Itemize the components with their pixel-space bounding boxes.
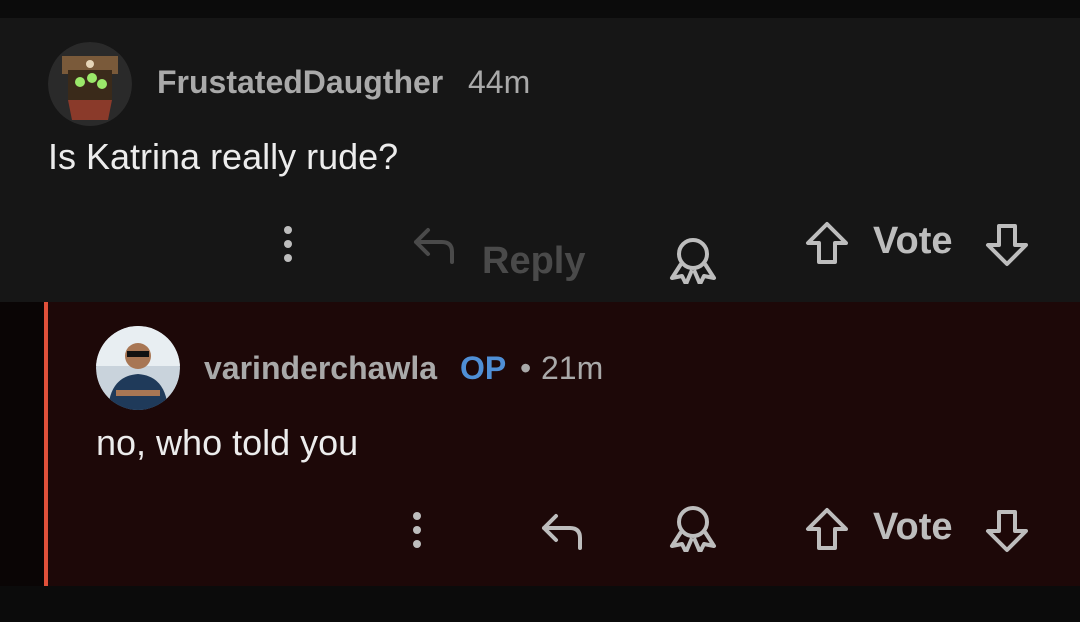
avatar[interactable] <box>48 42 132 126</box>
comment-body: Is Katrina really rude? <box>48 136 399 177</box>
more-vertical-icon[interactable] <box>405 508 429 552</box>
timestamp: 44m <box>468 64 531 100</box>
reply-arrow-icon[interactable] <box>538 508 586 552</box>
reply-button[interactable]: Reply <box>482 240 585 283</box>
award-icon[interactable] <box>668 236 718 284</box>
downvote-arrow-icon[interactable] <box>984 222 1030 268</box>
reply-arrow-icon[interactable] <box>410 222 458 266</box>
comment-body: no, who told you <box>96 422 359 463</box>
comment-varinderchawla: varinderchawla OP • 21m no, who told you… <box>0 302 1080 586</box>
upvote-arrow-icon[interactable] <box>804 220 850 266</box>
username[interactable]: FrustatedDaugther <box>157 64 443 101</box>
vote-count: Vote <box>873 220 953 262</box>
username[interactable]: varinderchawla <box>204 350 437 387</box>
op-badge: OP <box>460 350 507 386</box>
comment-frustateddaugther: FrustatedDaugther 44m Is Katrina really … <box>0 18 1080 302</box>
thread-line[interactable] <box>44 302 48 586</box>
avatar[interactable] <box>96 326 180 410</box>
more-vertical-icon[interactable] <box>276 222 300 266</box>
upvote-arrow-icon[interactable] <box>804 506 850 552</box>
timestamp: 21m <box>541 350 604 386</box>
vote-count: Vote <box>873 506 953 548</box>
award-icon[interactable] <box>668 504 718 552</box>
downvote-arrow-icon[interactable] <box>984 508 1030 554</box>
separator: • <box>520 350 532 386</box>
